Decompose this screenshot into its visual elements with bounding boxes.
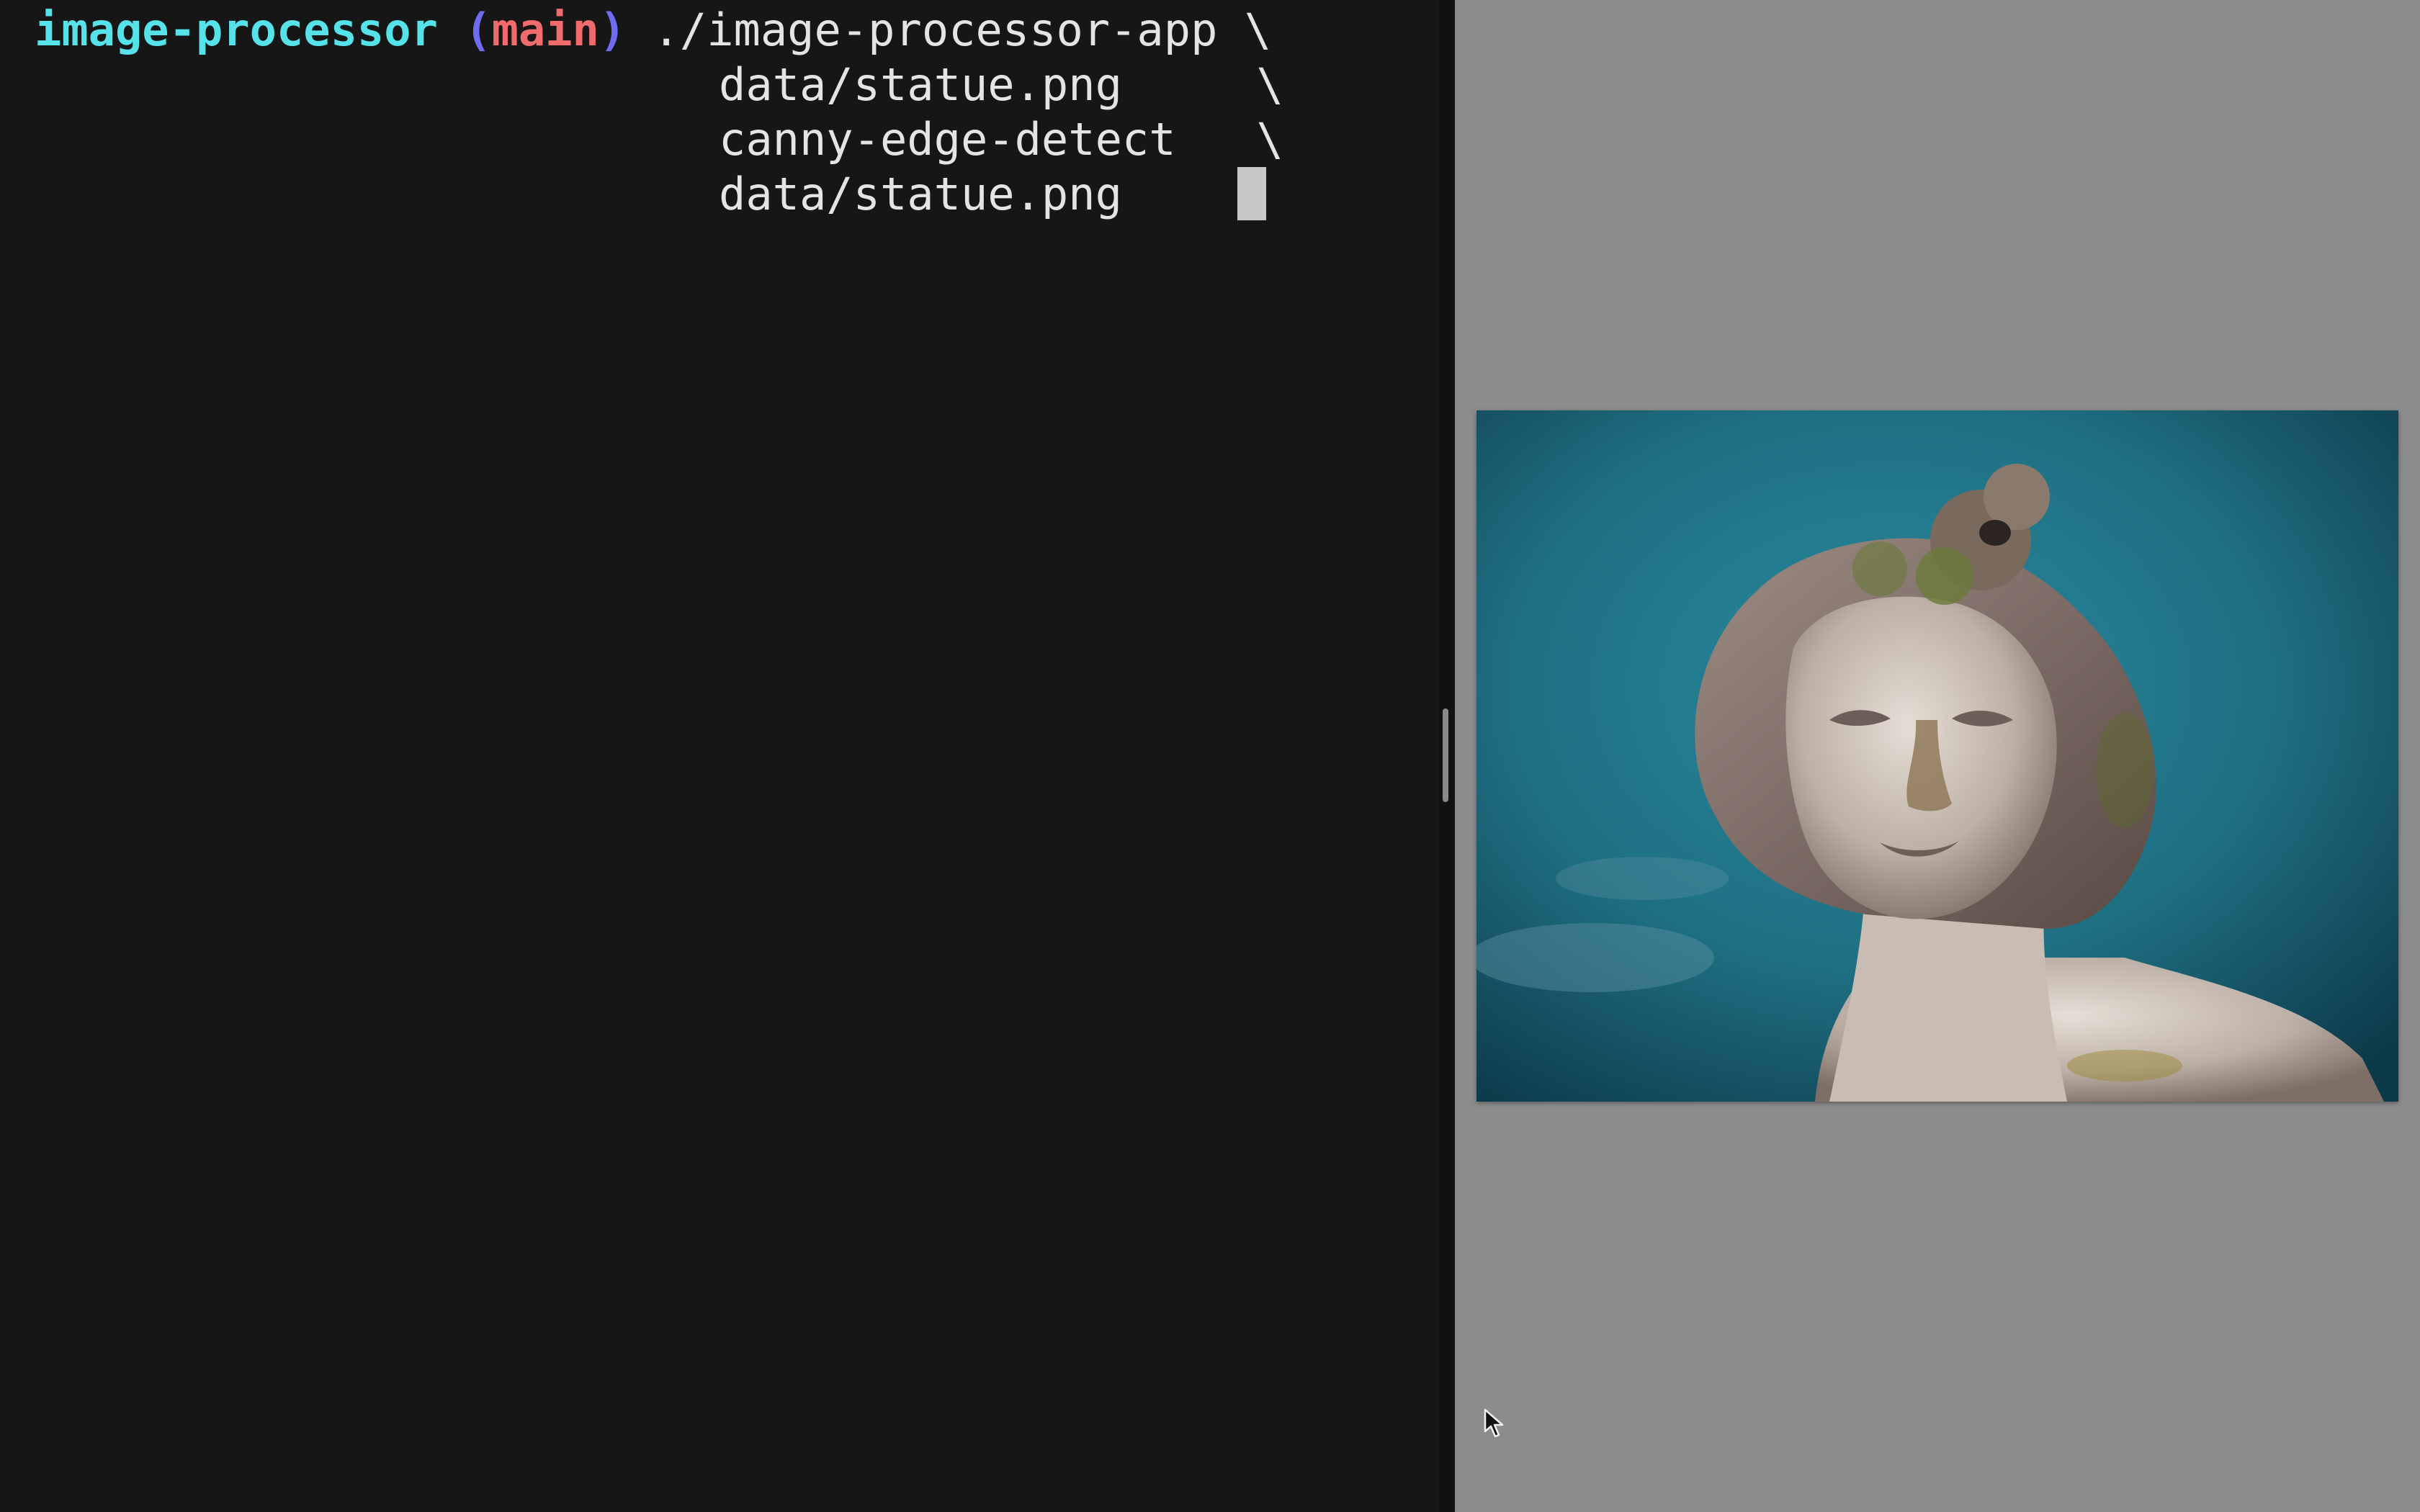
- command-line-2: data/statue.png \: [719, 58, 1283, 111]
- image-viewer-pane[interactable]: [1455, 0, 2420, 1512]
- mouse-pointer-icon: [1484, 1408, 1505, 1439]
- git-branch: main: [491, 4, 599, 56]
- text-cursor: [1237, 167, 1266, 220]
- splitter-handle[interactable]: [1443, 708, 1448, 802]
- prompt-paren-open: (: [465, 4, 492, 56]
- prompt-paren-close: ): [599, 4, 627, 56]
- statue-photo: [1476, 410, 2398, 1102]
- desktop-screen: image-processor (main) ./image-processor…: [0, 0, 2420, 1512]
- terminal-pane[interactable]: image-processor (main) ./image-processor…: [0, 0, 1439, 1512]
- prompt-directory: image-processor: [35, 4, 438, 56]
- command-line-3: canny-edge-detect \: [719, 113, 1283, 166]
- command-line-4: data/statue.png: [719, 168, 1122, 220]
- command-text-1: ./image-processor-app \: [626, 4, 1272, 56]
- command-line-1: image-processor (main) ./image-processor…: [35, 3, 1271, 58]
